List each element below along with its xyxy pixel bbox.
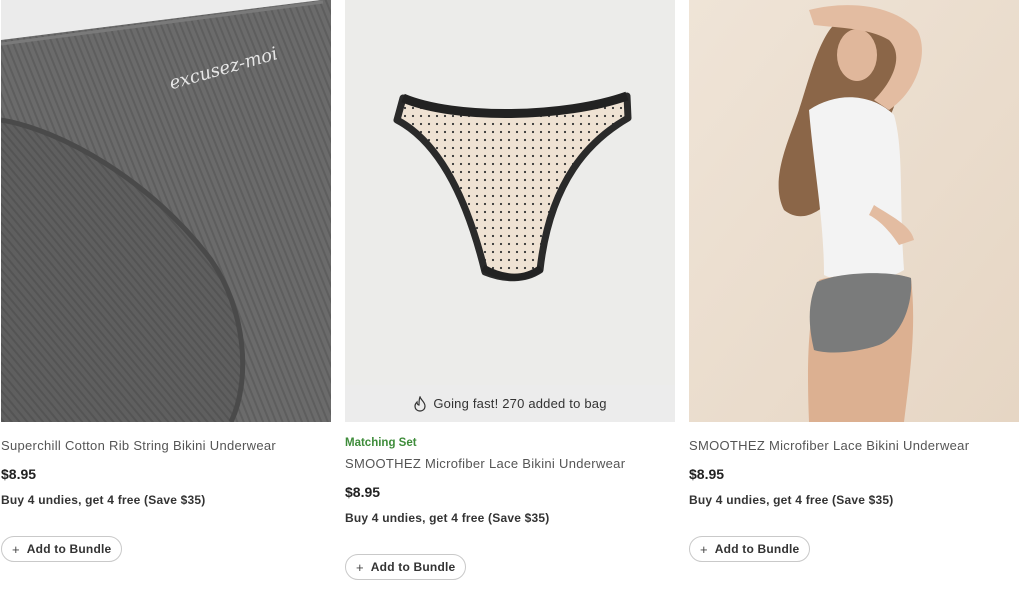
product-price: $8.95 [689,466,725,482]
plus-icon: + [356,559,364,575]
product-price: $8.95 [345,484,381,500]
matching-set-tag: Matching Set [345,437,417,449]
promo-text: Buy 4 undies, get 4 free (Save $35) [1,493,206,507]
promo-text: Buy 4 undies, get 4 free (Save $35) [345,511,550,525]
ribbed-bikini-photo [1,0,331,422]
badge-text: Going fast! 270 added to bag [433,396,607,411]
product-name[interactable]: Superchill Cotton Rib String Bikini Unde… [1,438,331,454]
add-to-bundle-label: Add to Bundle [26,542,112,556]
product-image[interactable]: Going fast! 270 added to bag [345,0,675,422]
lace-bikini-photo [345,0,675,385]
product-card-2[interactable]: Going fast! 270 added to bag Matching Se… [345,0,675,580]
flame-icon [414,395,426,412]
promo-text: Buy 4 undies, get 4 free (Save $35) [689,493,894,507]
product-image[interactable] [689,0,1019,422]
product-card-1[interactable]: excusez-moi Superchill Cotton Rib String… [1,0,331,562]
plus-icon: + [700,541,708,557]
product-name[interactable]: SMOOTHEZ Microfiber Lace Bikini Underwea… [689,438,1019,454]
add-to-bundle-label: Add to Bundle [370,560,456,574]
product-name[interactable]: SMOOTHEZ Microfiber Lace Bikini Underwea… [345,456,675,472]
add-to-bundle-button[interactable]: + Add to Bundle [345,554,467,580]
add-to-bundle-button[interactable]: + Add to Bundle [689,536,811,562]
plus-icon: + [12,541,20,557]
product-image[interactable]: excusez-moi [1,0,331,422]
product-price: $8.95 [1,466,37,482]
going-fast-badge: Going fast! 270 added to bag [345,385,675,422]
model-photo [689,0,1019,422]
add-to-bundle-label: Add to Bundle [714,542,800,556]
add-to-bundle-button[interactable]: + Add to Bundle [1,536,123,562]
product-card-3[interactable]: SMOOTHEZ Microfiber Lace Bikini Underwea… [689,0,1019,562]
